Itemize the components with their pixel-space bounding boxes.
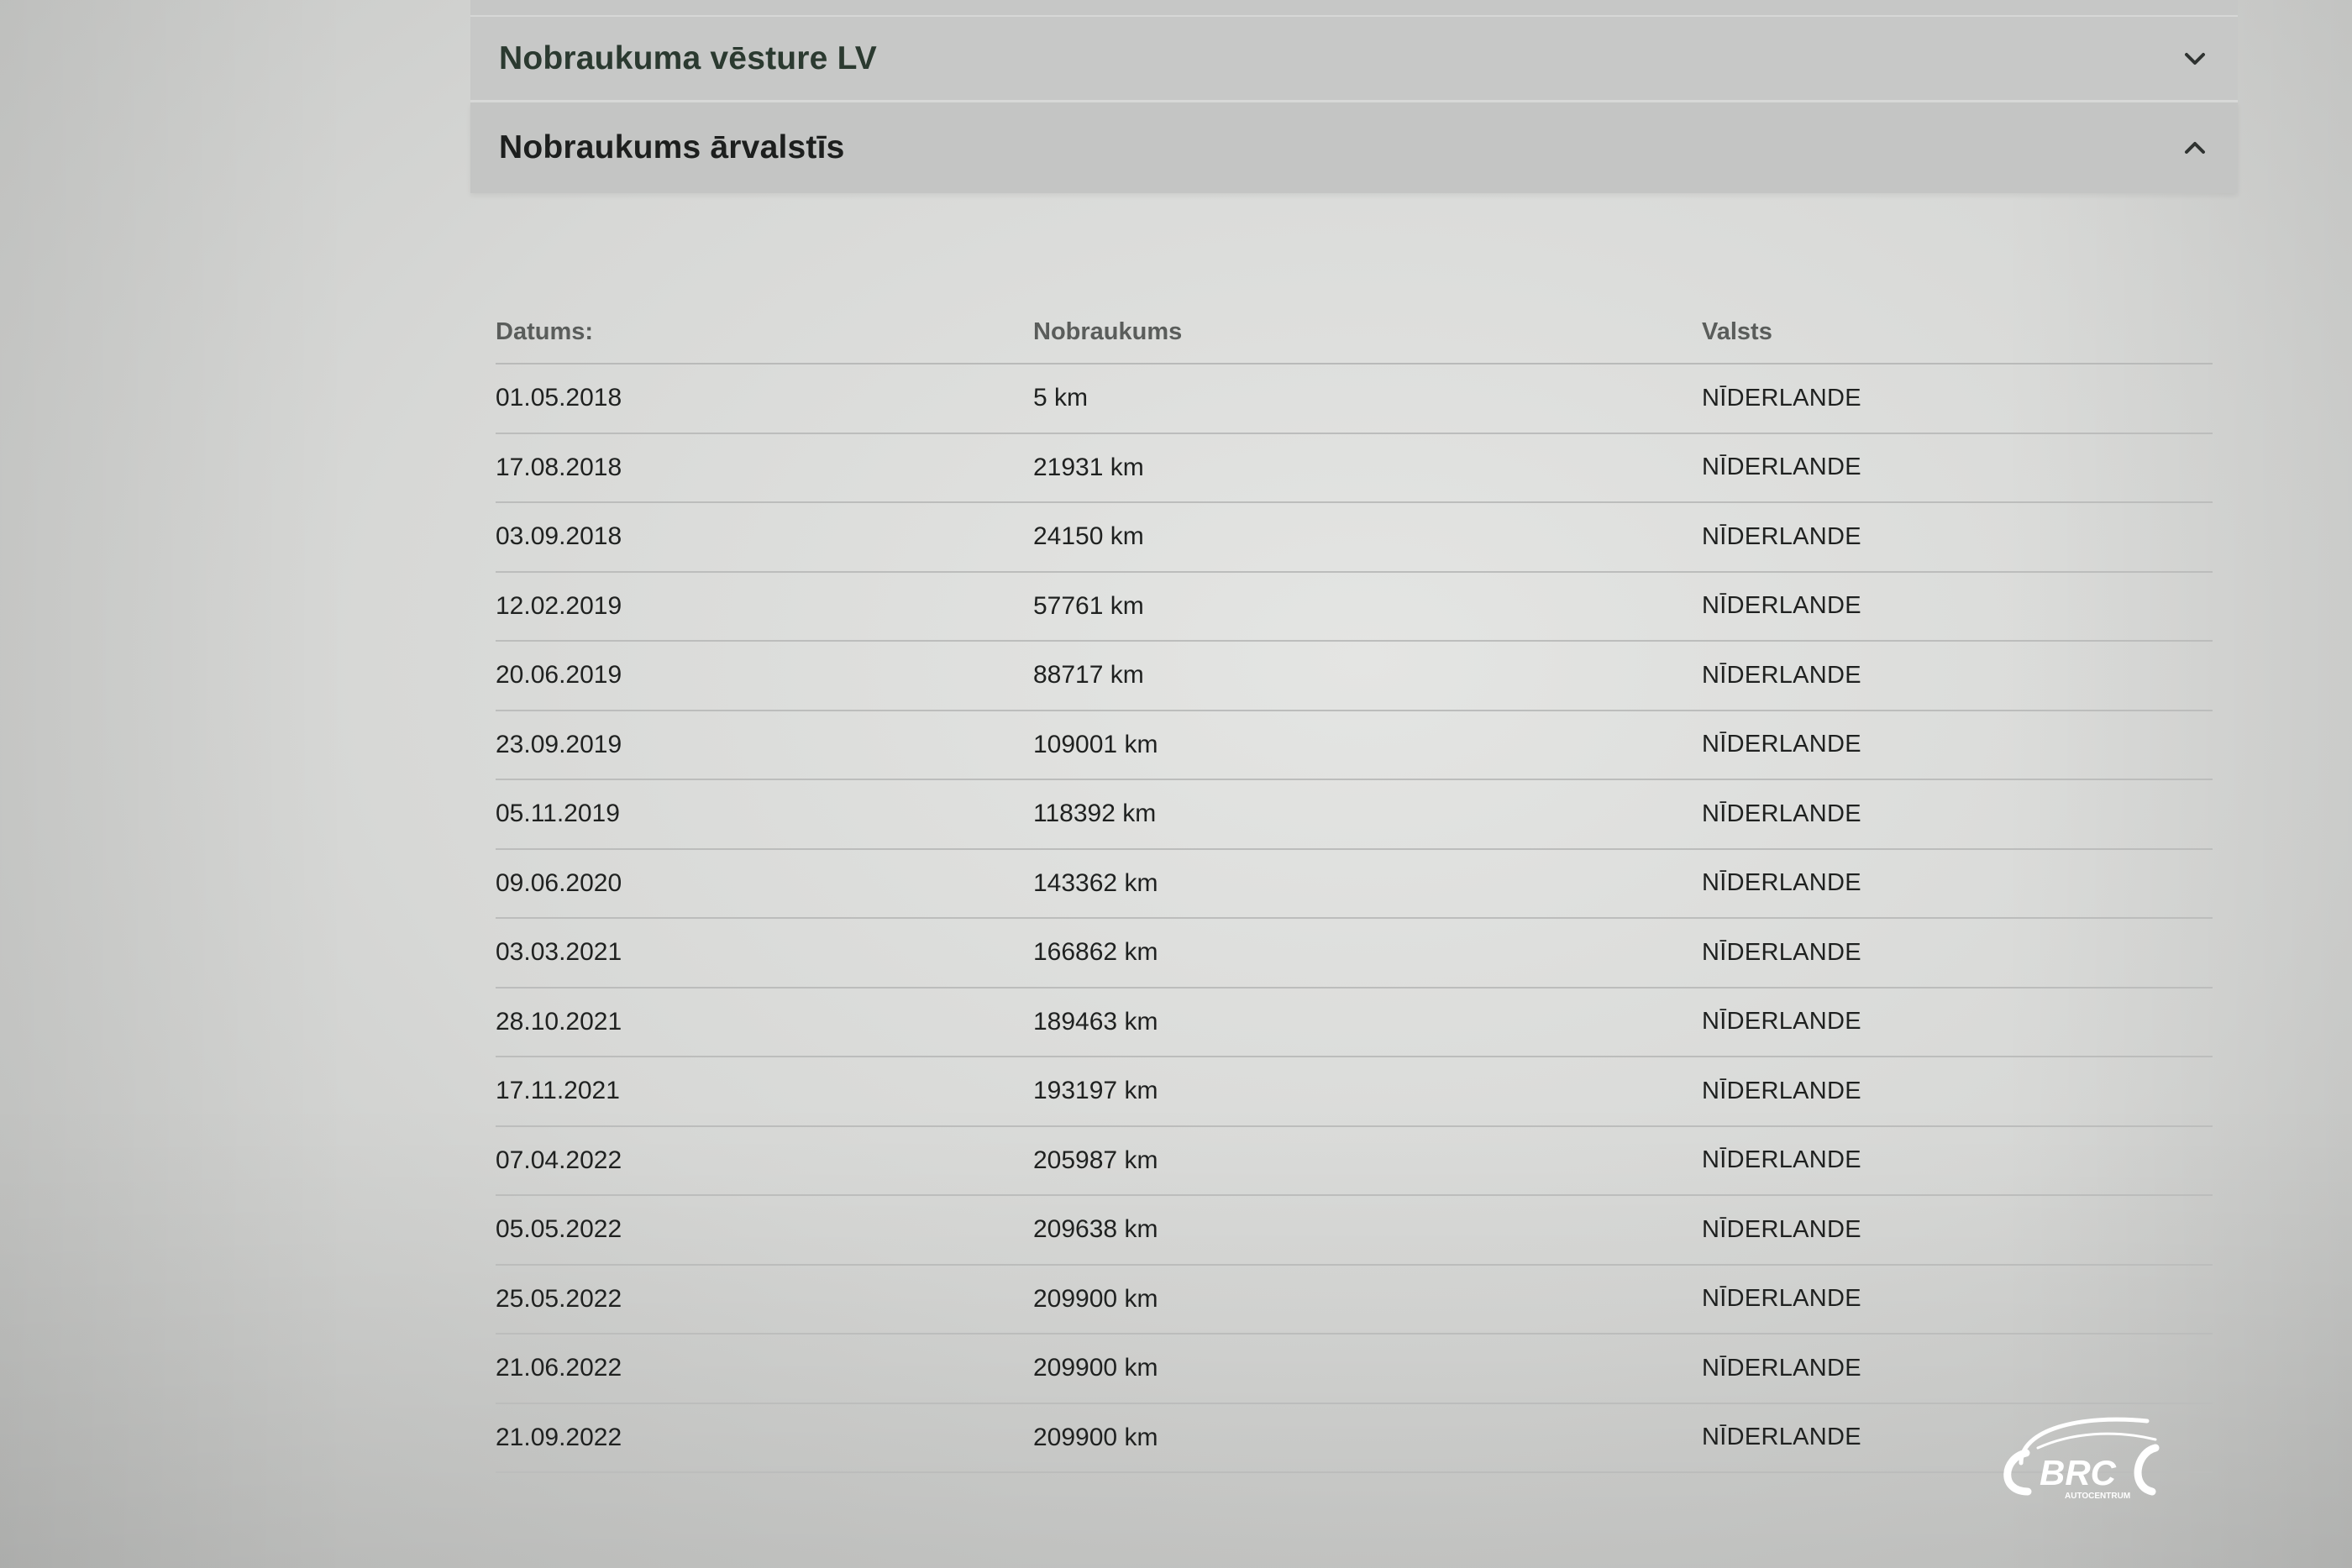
cell-mileage: 109001 km	[1033, 730, 1158, 758]
cell-date: 20.06.2019	[496, 661, 622, 690]
table-row: 05.11.2019 118392 km NĪDERLANDE	[496, 780, 2213, 850]
accordion-title: Nobraukums ārvalstīs	[499, 129, 845, 165]
cell-date: 12.02.2019	[496, 591, 622, 620]
cell-date: 07.04.2022	[496, 1146, 622, 1174]
table-row: 21.09.2022 209900 km NĪDERLANDE	[496, 1404, 2213, 1473]
cell-mileage: 88717 km	[1033, 661, 1144, 690]
table-row: 03.03.2021 166862 km NĪDERLANDE	[496, 919, 2213, 989]
cell-country: NĪDERLANDE	[1702, 1215, 1861, 1243]
table-row: 07.04.2022 205987 km NĪDERLANDE	[496, 1127, 2213, 1196]
cell-country: NĪDERLANDE	[1702, 522, 1861, 550]
cell-mileage: 209638 km	[1033, 1215, 1158, 1244]
cell-date: 17.11.2021	[496, 1077, 620, 1105]
cell-country: NĪDERLANDE	[1702, 384, 1861, 412]
cell-mileage: 143362 km	[1033, 868, 1158, 897]
cell-date: 03.03.2021	[496, 938, 622, 967]
table-row: 28.10.2021 189463 km NĪDERLANDE	[496, 989, 2213, 1057]
cell-mileage: 193197 km	[1033, 1077, 1158, 1105]
cell-date: 01.05.2018	[496, 384, 622, 412]
cell-country: NĪDERLANDE	[1702, 1354, 1861, 1382]
cell-mileage: 209900 km	[1033, 1354, 1158, 1382]
table-row: 09.06.2020 143362 km NĪDERLANDE	[496, 850, 2213, 919]
table-row: 25.05.2022 209900 km NĪDERLANDE	[496, 1266, 2213, 1335]
chevron-down-icon[interactable]	[2181, 45, 2209, 73]
cell-country: NĪDERLANDE	[1702, 454, 1861, 481]
cell-date: 25.05.2022	[496, 1284, 622, 1313]
cell-date: 05.11.2019	[496, 800, 620, 828]
cell-mileage: 189463 km	[1033, 1007, 1158, 1036]
cell-date: 17.08.2018	[496, 453, 622, 481]
cell-mileage: 118392 km	[1033, 800, 1157, 828]
column-header-mileage: Nobraukums	[1033, 317, 1183, 345]
cell-mileage: 166862 km	[1033, 938, 1158, 967]
cell-country: NĪDERLANDE	[1702, 869, 1861, 897]
cell-country: NĪDERLANDE	[1702, 1008, 1861, 1036]
cell-country: NĪDERLANDE	[1702, 1077, 1861, 1104]
brc-autocentrum-logo: BRC AUTOCENTRUM	[1987, 1404, 2172, 1505]
cell-date: 03.09.2018	[496, 522, 622, 551]
table-header-row: Datums: Nobraukums Valsts	[496, 301, 2213, 364]
accordion-header-lv-history[interactable]: Nobraukuma vēsture LV	[470, 17, 2238, 102]
table-row: 03.09.2018 24150 km NĪDERLANDE	[496, 503, 2213, 573]
cell-mileage: 24150 km	[1033, 522, 1144, 551]
table-row: 17.08.2018 21931 km NĪDERLANDE	[496, 434, 2213, 503]
table-row: 20.06.2019 88717 km NĪDERLANDE	[496, 642, 2213, 711]
cell-date: 21.06.2022	[496, 1354, 622, 1382]
logo-brand-text: BRC	[2040, 1453, 2117, 1492]
column-header-date: Datums:	[496, 317, 594, 345]
cell-country: NĪDERLANDE	[1702, 1285, 1861, 1313]
cell-date: 23.09.2019	[496, 730, 622, 758]
cell-country: NĪDERLANDE	[1702, 1146, 1861, 1174]
accordion-panel: Nobraukuma vēsture LV Nobraukums ārvalst…	[470, 0, 2238, 193]
cell-date: 05.05.2022	[496, 1215, 622, 1244]
cell-mileage: 57761 km	[1033, 591, 1144, 620]
accordion-header-foreign-mileage[interactable]: Nobraukums ārvalstīs	[470, 102, 2238, 193]
cell-country: NĪDERLANDE	[1702, 661, 1861, 689]
table-row: 12.02.2019 57761 km NĪDERLANDE	[496, 573, 2213, 642]
cell-mileage: 209900 km	[1033, 1284, 1158, 1313]
cell-mileage: 21931 km	[1033, 453, 1144, 481]
cell-date: 09.06.2020	[496, 868, 622, 897]
table-row: 21.06.2022 209900 km NĪDERLANDE	[496, 1335, 2213, 1404]
chevron-up-icon[interactable]	[2181, 134, 2209, 162]
logo-subtitle-text: AUTOCENTRUM	[2065, 1492, 2130, 1501]
accordion-title: Nobraukuma vēsture LV	[499, 39, 877, 76]
table-row: 05.05.2022 209638 km NĪDERLANDE	[496, 1196, 2213, 1266]
cell-mileage: 209900 km	[1033, 1423, 1158, 1451]
cell-mileage: 205987 km	[1033, 1146, 1158, 1174]
cell-country: NĪDERLANDE	[1702, 592, 1861, 620]
cell-country: NĪDERLANDE	[1702, 731, 1861, 758]
accordion-top-strip	[470, 0, 2238, 17]
table-row: 01.05.2018 5 km NĪDERLANDE	[496, 364, 2213, 434]
cell-mileage: 5 km	[1033, 384, 1089, 412]
cell-country: NĪDERLANDE	[1702, 800, 1861, 827]
table-row: 17.11.2021 193197 km NĪDERLANDE	[496, 1057, 2213, 1127]
cell-date: 28.10.2021	[496, 1007, 622, 1036]
cell-country: NĪDERLANDE	[1702, 938, 1861, 966]
mileage-history-table: Datums: Nobraukums Valsts 01.05.2018 5 k…	[496, 301, 2213, 1473]
column-header-country: Valsts	[1702, 317, 1772, 345]
table-row: 23.09.2019 109001 km NĪDERLANDE	[496, 711, 2213, 780]
cell-date: 21.09.2022	[496, 1423, 622, 1451]
